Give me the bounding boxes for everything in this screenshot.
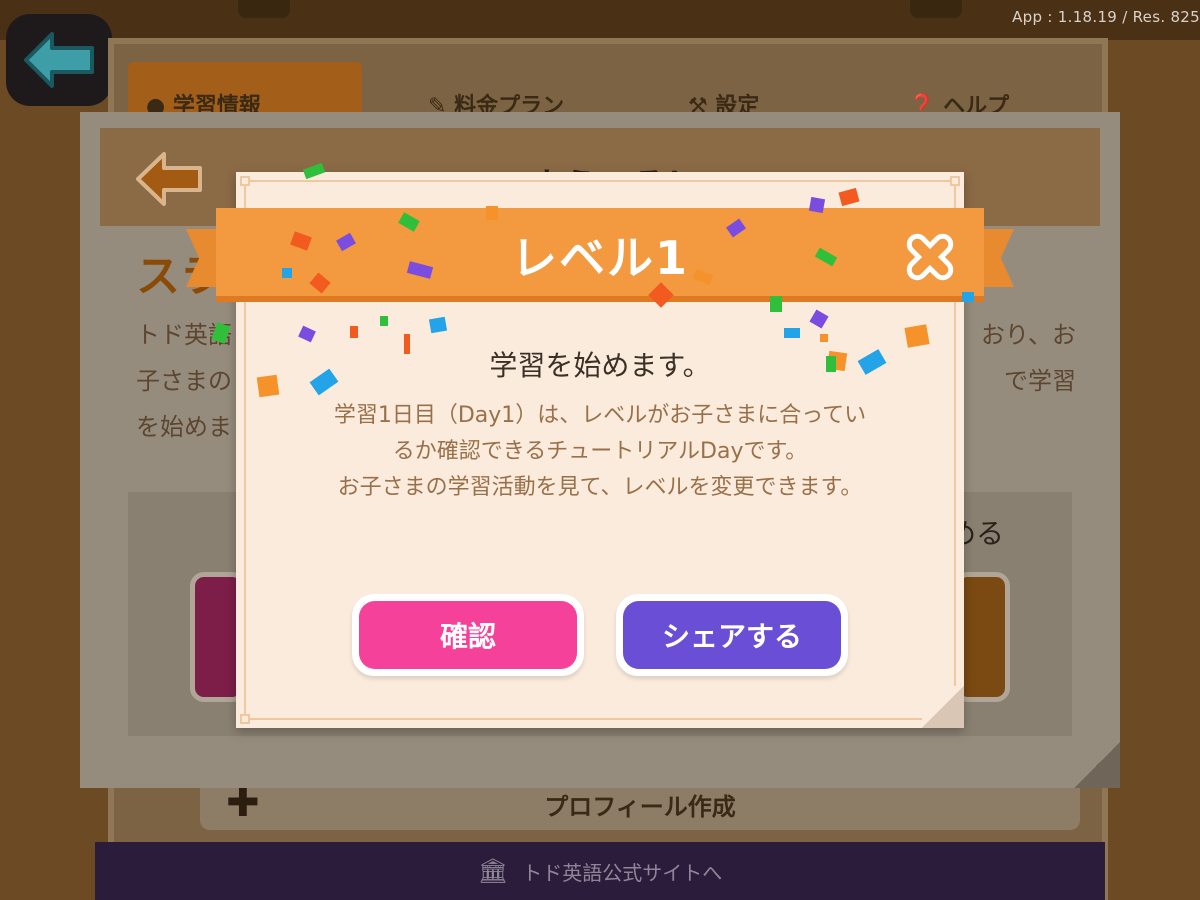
- welcome-text-line: トド英語: [136, 321, 232, 349]
- share-button-label: シェアする: [623, 601, 841, 669]
- share-button[interactable]: シェアする: [616, 594, 848, 676]
- popup-body: 学習1日目（Day1）は、レベルがお子さまに合ってい るか確認できるチュートリア…: [276, 398, 924, 506]
- page-curl: [922, 686, 964, 728]
- version-label: App : 1.18.19 / Res. 825: [1012, 8, 1200, 26]
- popup-message: 学習を始めます。: [489, 349, 711, 382]
- welcome-text-line: を始めま: [136, 413, 232, 441]
- popup-body-line: るか確認できるチュートリアルDayです。: [392, 439, 808, 464]
- frame-corner: [950, 176, 960, 186]
- welcome-text-line: おり、お: [980, 321, 1076, 349]
- close-icon[interactable]: [900, 228, 960, 286]
- back-arrow-icon[interactable]: [134, 150, 206, 208]
- back-arrow-icon: [24, 32, 94, 88]
- popup-body-line: お子さまの学習活動を見て、レベルを変更できます。: [337, 475, 863, 500]
- confirm-button-label: 確認: [359, 601, 577, 669]
- bank-icon: 🏛: [477, 857, 509, 885]
- lamp-decoration: [910, 0, 962, 18]
- title-ribbon: レベル1: [216, 208, 984, 302]
- welcome-text-line: で学習: [1004, 367, 1076, 395]
- welcome-text-line: 子さまの: [136, 367, 232, 395]
- official-site-link[interactable]: 🏛 トド英語公式サイトへ: [95, 842, 1105, 900]
- back-button[interactable]: [6, 14, 112, 106]
- page-curl: [1074, 742, 1120, 788]
- popup-title: レベル1: [510, 231, 689, 285]
- confirm-button[interactable]: 確認: [352, 594, 584, 676]
- profile-label: プロフィール作成: [544, 792, 736, 821]
- popup-body-line: 学習1日目（Day1）は、レベルがお子さまに合ってい: [333, 403, 867, 428]
- lamp-decoration: [238, 0, 290, 18]
- footer-link-label: トド英語公式サイトへ: [522, 860, 723, 885]
- frame-corner: [240, 714, 250, 724]
- frame-corner: [240, 176, 250, 186]
